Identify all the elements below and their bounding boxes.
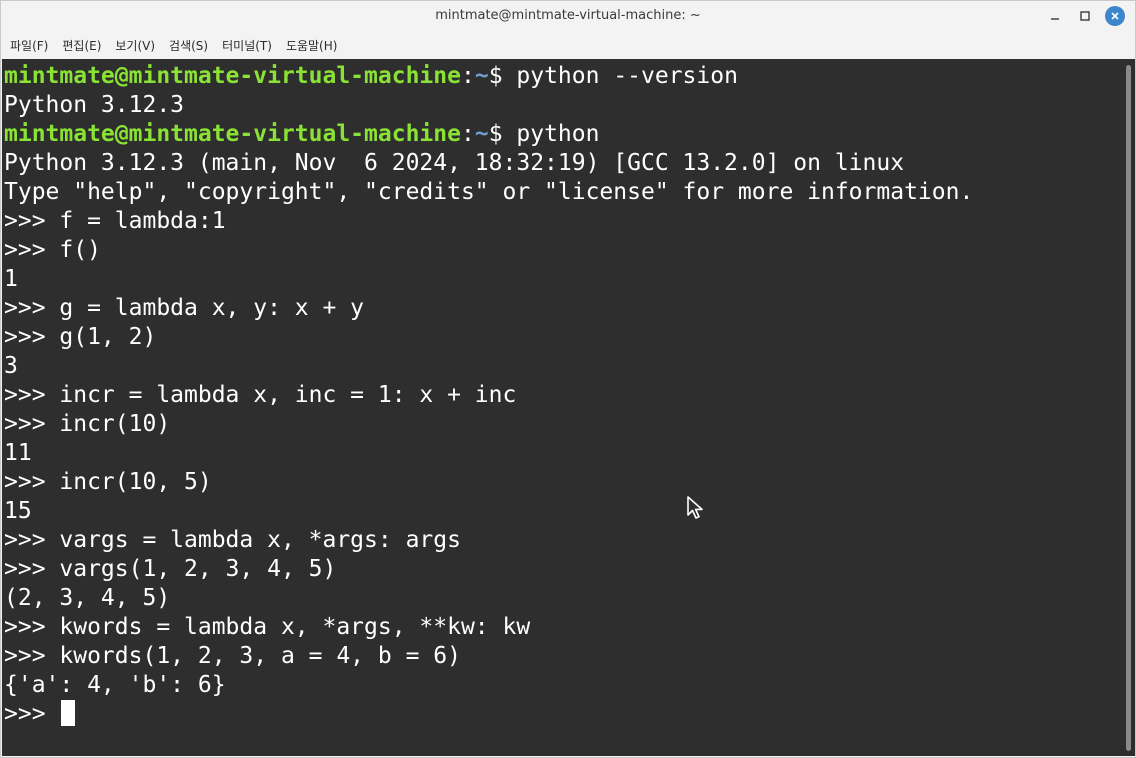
output-text: >>> vargs(1, 2, 3, 4, 5) [4, 556, 337, 582]
maximize-icon [1080, 11, 1090, 21]
terminal-line: >>> kwords = lambda x, *args, **kw: kw [4, 613, 1122, 642]
output-text: >>> incr = lambda x, inc = 1: x + inc [4, 382, 517, 408]
menu-view[interactable]: 보기(V) [110, 33, 160, 58]
terminal-line: Python 3.12.3 [4, 91, 1122, 120]
text-cursor [61, 700, 76, 726]
output-text: 3 [4, 353, 18, 379]
title-bar[interactable]: mintmate@mintmate-virtual-machine: ~ [1, 1, 1135, 31]
terminal-line: >>> f = lambda:1 [4, 207, 1122, 236]
minimize-icon [1051, 18, 1059, 20]
terminal-area[interactable]: mintmate@mintmate-virtual-machine:~$ pyt… [2, 59, 1122, 756]
menu-bar: 파일(F) 편집(E) 보기(V) 검색(S) 터미널(T) 도움말(H) [1, 31, 1135, 59]
close-button-circle [1105, 6, 1125, 26]
terminal-line: >>> incr = lambda x, inc = 1: x + inc [4, 381, 1122, 410]
output-text: 11 [4, 440, 32, 466]
terminal-line: >>> g(1, 2) [4, 323, 1122, 352]
terminal-line: >>> f() [4, 236, 1122, 265]
terminal-line: 11 [4, 439, 1122, 468]
terminal-line: mintmate@mintmate-virtual-machine:~$ pyt… [4, 120, 1122, 149]
window-title: mintmate@mintmate-virtual-machine: ~ [435, 8, 701, 23]
prompt-separator: : [460, 121, 475, 147]
terminal-line: 3 [4, 352, 1122, 381]
output-text: >>> incr(10, 5) [4, 469, 212, 495]
menu-help[interactable]: 도움말(H) [281, 33, 343, 58]
maximize-button[interactable] [1071, 5, 1099, 27]
terminal-line: >>> kwords(1, 2, 3, a = 4, b = 6) [4, 642, 1122, 671]
menu-search[interactable]: 검색(S) [164, 33, 213, 58]
output-text: Type "help", "copyright", "credits" or "… [4, 179, 974, 205]
terminal-output: mintmate@mintmate-virtual-machine:~$ pyt… [4, 62, 1122, 729]
prompt-symbol: $ [488, 121, 517, 147]
mouse-pointer-icon [687, 496, 703, 519]
command-text: python --version [516, 63, 738, 89]
terminal-line: >>> vargs = lambda x, *args: args [4, 526, 1122, 555]
prompt-user-host: mintmate@mintmate-virtual-machine [4, 121, 461, 147]
output-text: Python 3.12.3 (main, Nov 6 2024, 18:32:1… [4, 150, 905, 176]
prompt-path: ~ [474, 121, 489, 147]
output-text: >>> g = lambda x, y: x + y [4, 295, 365, 321]
output-text: >>> vargs = lambda x, *args: args [4, 527, 461, 553]
output-text: (2, 3, 4, 5) [4, 585, 171, 611]
command-text: python [516, 121, 600, 147]
terminal-line: >>> g = lambda x, y: x + y [4, 294, 1122, 323]
output-text: >>> f = lambda:1 [4, 208, 226, 234]
terminal-line: >>> incr(10) [4, 410, 1122, 439]
close-button[interactable] [1101, 5, 1129, 27]
terminal-line: mintmate@mintmate-virtual-machine:~$ pyt… [4, 62, 1122, 91]
close-icon [1111, 12, 1119, 20]
output-text: 1 [4, 266, 18, 292]
terminal-line: (2, 3, 4, 5) [4, 584, 1122, 613]
output-text: {'a': 4, 'b': 6} [4, 672, 226, 698]
prompt-separator: : [460, 63, 475, 89]
output-text: >>> f() [4, 237, 101, 263]
window-controls [1039, 5, 1129, 27]
prompt-path: ~ [474, 63, 489, 89]
scrollbar[interactable] [1122, 59, 1135, 756]
scrollbar-thumb[interactable] [1126, 65, 1131, 751]
output-text: >>> incr(10) [4, 411, 171, 437]
prompt-user-host: mintmate@mintmate-virtual-machine [4, 63, 461, 89]
terminal-line: {'a': 4, 'b': 6} [4, 671, 1122, 700]
output-text: >>> kwords = lambda x, *args, **kw: kw [4, 614, 531, 640]
terminal-line: Type "help", "copyright", "credits" or "… [4, 178, 1122, 207]
menu-terminal[interactable]: 터미널(T) [217, 33, 277, 58]
terminal-line: >>> vargs(1, 2, 3, 4, 5) [4, 555, 1122, 584]
terminal-line: >>> incr(10, 5) [4, 468, 1122, 497]
repl-prompt: >>> [4, 701, 60, 727]
output-text: >>> g(1, 2) [4, 324, 157, 350]
output-text: Python 3.12.3 [4, 92, 185, 118]
minimize-button[interactable] [1041, 5, 1069, 27]
terminal-line: >>> [4, 700, 1122, 729]
prompt-symbol: $ [488, 63, 517, 89]
terminal-line: 1 [4, 265, 1122, 294]
terminal-window: mintmate@mintmate-virtual-machine: ~ 파일(… [0, 0, 1136, 758]
menu-file[interactable]: 파일(F) [5, 33, 53, 58]
output-text: >>> kwords(1, 2, 3, a = 4, b = 6) [4, 643, 461, 669]
terminal-line: Python 3.12.3 (main, Nov 6 2024, 18:32:1… [4, 149, 1122, 178]
menu-edit[interactable]: 편집(E) [57, 33, 106, 58]
terminal-line: 15 [4, 497, 1122, 526]
output-text: 15 [4, 498, 32, 524]
